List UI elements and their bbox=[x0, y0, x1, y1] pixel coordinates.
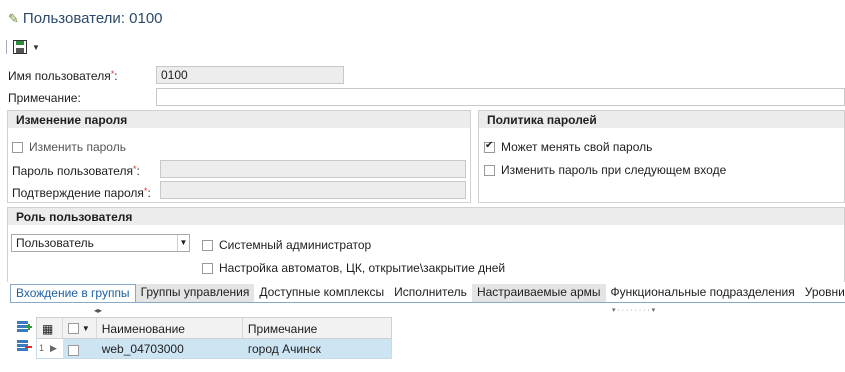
window-title: ✎ Пользователи: 0100 bbox=[8, 10, 163, 27]
select-all-checkbox[interactable] bbox=[67, 322, 79, 334]
tab-custom-arms[interactable]: Настраиваемые армы bbox=[471, 284, 606, 302]
splitter-marker-icon[interactable]: ▾ · · · · · · · · ▾ bbox=[612, 306, 655, 314]
note-field[interactable] bbox=[156, 88, 845, 106]
cell-note[interactable]: город Ачинск bbox=[243, 339, 391, 358]
chevron-down-icon[interactable]: ▼ bbox=[82, 324, 90, 333]
confirm-password-label: Подтверждение пароля*: bbox=[12, 186, 151, 200]
tab-executor[interactable]: Исполнитель bbox=[389, 284, 472, 302]
chevron-down-icon[interactable]: ▼ bbox=[32, 43, 40, 52]
splitter-handle-icon[interactable]: ◂▸ bbox=[94, 306, 102, 315]
tab-available-complexes[interactable]: Доступные комплексы bbox=[254, 284, 389, 302]
automata-checkbox[interactable] bbox=[202, 262, 213, 274]
groups-grid: ▦ ▼ Наименование Примечание 1 ▶ web_04703… bbox=[36, 317, 392, 359]
role-title: Роль пользователя bbox=[8, 208, 844, 225]
role-select[interactable]: Пользователь ▼ bbox=[11, 234, 190, 252]
automata-row[interactable]: Настройка автоматов, ЦК, открытие\закрыт… bbox=[202, 261, 505, 275]
user-password-label-text: Пароль пользователя bbox=[12, 164, 133, 178]
window-title-text: Пользователи: 0100 bbox=[22, 10, 163, 27]
current-row-arrow-icon: ▶ bbox=[50, 343, 57, 353]
table-row[interactable]: 1 ▶ web_04703000 город Ачинск bbox=[36, 339, 392, 359]
toolbar-separator bbox=[6, 40, 7, 54]
change-password-checkbox[interactable] bbox=[12, 141, 23, 153]
toolbar: ▼ bbox=[6, 40, 40, 54]
user-password-label: Пароль пользователя*: bbox=[12, 164, 140, 178]
password-change-group: Изменение пароля Изменить пароль Пароль … bbox=[7, 110, 471, 203]
row-indicator: 1 ▶ bbox=[37, 339, 63, 358]
row-checkbox-cell[interactable] bbox=[63, 339, 97, 358]
tab-management-groups[interactable]: Группы управления bbox=[135, 284, 255, 302]
tab-groups[interactable]: Вхождение в группы bbox=[10, 284, 136, 302]
sysadmin-row[interactable]: Системный администратор bbox=[202, 238, 371, 252]
role-group: Роль пользователя Пользователь ▼ Системн… bbox=[7, 207, 845, 282]
automata-label: Настройка автоматов, ЦК, открытие\закрыт… bbox=[219, 261, 506, 275]
tab-signature-levels[interactable]: Уровни ЭП bbox=[800, 284, 845, 302]
delete-row-icon[interactable] bbox=[16, 339, 32, 353]
chevron-down-icon[interactable]: ▼ bbox=[177, 235, 189, 251]
password-policy-group: Политика паролей Может менять свой парол… bbox=[478, 110, 845, 203]
save-icon[interactable] bbox=[13, 40, 28, 54]
row-checkbox[interactable] bbox=[67, 345, 79, 357]
change-next-login-label: Изменить пароль при следующем входе bbox=[501, 163, 727, 177]
required-mark: * bbox=[143, 186, 148, 196]
username-label: Имя пользователя*: bbox=[8, 69, 118, 83]
required-mark: * bbox=[132, 164, 137, 174]
note-label: Примечание: bbox=[8, 91, 81, 105]
row-number: 1 bbox=[39, 343, 45, 353]
required-mark: * bbox=[110, 69, 115, 79]
sysadmin-label: Системный администратор bbox=[219, 238, 372, 252]
pencil-icon: ✎ bbox=[8, 10, 19, 26]
can-change-password-checkbox[interactable] bbox=[484, 140, 495, 153]
column-header-name[interactable]: Наименование bbox=[97, 318, 243, 338]
change-password-checkbox-row[interactable]: Изменить пароль bbox=[12, 140, 126, 154]
user-password-field[interactable] bbox=[160, 160, 466, 178]
can-change-password-label: Может менять свой пароль bbox=[501, 140, 653, 154]
column-header-note[interactable]: Примечание bbox=[243, 318, 391, 338]
change-next-login-row[interactable]: Изменить пароль при следующем входе bbox=[484, 163, 726, 177]
username-label-text: Имя пользователя bbox=[8, 69, 111, 83]
can-change-password-row[interactable]: Может менять свой пароль bbox=[484, 140, 652, 154]
confirm-password-label-text: Подтверждение пароля bbox=[12, 186, 144, 200]
tab-underline bbox=[10, 302, 845, 303]
tab-functional-divisions[interactable]: Функциональные подразделения bbox=[606, 284, 800, 302]
change-password-label: Изменить пароль bbox=[29, 140, 126, 154]
select-all-header[interactable]: ▼ bbox=[63, 318, 97, 338]
password-policy-title: Политика паролей bbox=[479, 111, 844, 128]
password-change-title: Изменение пароля bbox=[8, 111, 470, 128]
sysadmin-checkbox[interactable] bbox=[202, 239, 213, 251]
tab-strip: Вхождение в группы Группы управления Дос… bbox=[10, 284, 845, 302]
grid-header: ▦ ▼ Наименование Примечание bbox=[36, 317, 392, 339]
cell-name[interactable]: web_04703000 bbox=[97, 339, 243, 358]
add-row-icon[interactable] bbox=[16, 320, 32, 334]
change-next-login-checkbox[interactable] bbox=[484, 164, 495, 176]
confirm-password-field[interactable] bbox=[160, 181, 466, 199]
role-select-value: Пользователь bbox=[16, 236, 94, 250]
column-chooser-icon[interactable]: ▦ bbox=[37, 318, 63, 338]
username-field[interactable]: 0100 bbox=[156, 66, 344, 84]
